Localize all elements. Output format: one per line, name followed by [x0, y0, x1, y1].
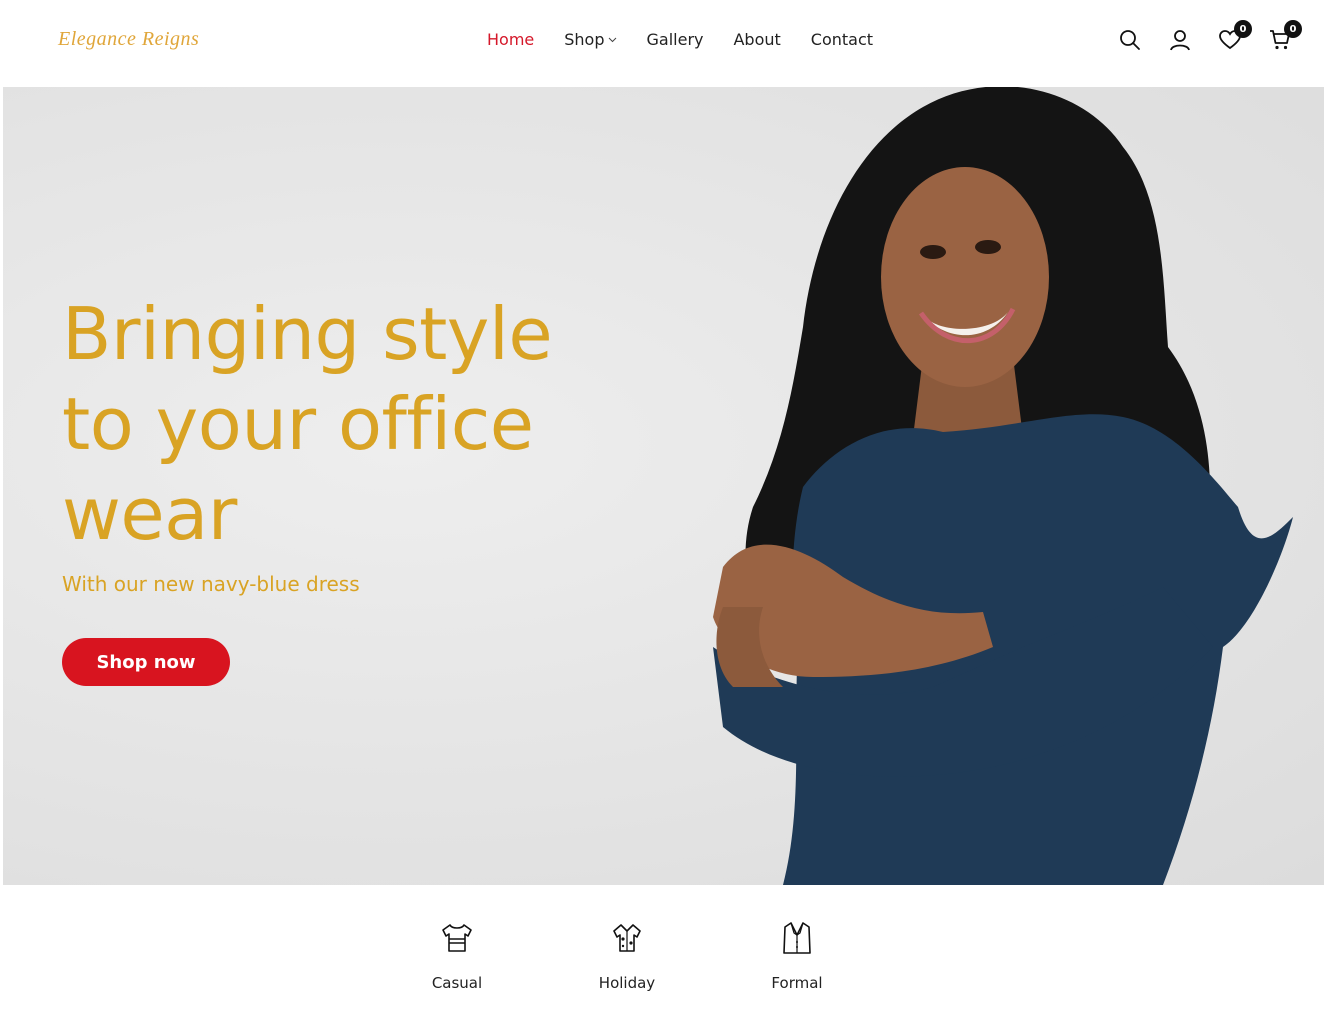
hero-subtitle: With our new navy-blue dress — [62, 572, 360, 596]
hero-model-image — [713, 87, 1293, 885]
category-holiday[interactable]: Holiday — [572, 918, 682, 992]
cart-button[interactable]: 0 — [1266, 20, 1302, 56]
category-label: Casual — [431, 974, 483, 992]
nav-item-label: Shop — [564, 30, 605, 49]
site-logo[interactable]: Elegance Reigns — [58, 28, 199, 51]
hero-banner: Bringing style to your office wear With … — [3, 87, 1324, 885]
nav-item-label: Home — [487, 30, 535, 49]
cart-count-badge: 0 — [1284, 20, 1302, 38]
nav-item-label: Gallery — [646, 30, 704, 49]
wishlist-button[interactable]: 0 — [1216, 20, 1252, 56]
category-label: Formal — [771, 974, 823, 992]
main-nav: Home Shop Gallery About Contact — [487, 30, 903, 49]
hawaiian-shirt-icon — [607, 918, 647, 958]
shop-now-button[interactable]: Shop now — [62, 638, 230, 686]
category-formal[interactable]: Formal — [742, 918, 852, 992]
search-button[interactable] — [1116, 28, 1144, 56]
nav-item-label: About — [733, 30, 781, 49]
wishlist-count-badge: 0 — [1234, 20, 1252, 38]
blazer-icon — [777, 918, 817, 958]
nav-item-home[interactable]: Home — [487, 30, 534, 49]
nav-item-contact[interactable]: Contact — [811, 30, 873, 49]
category-list: Casual Holiday Formal — [0, 918, 1324, 1008]
search-icon — [1119, 29, 1141, 56]
nav-item-shop[interactable]: Shop — [564, 30, 616, 49]
account-button[interactable] — [1166, 28, 1194, 56]
category-label: Holiday — [598, 974, 656, 992]
hero-title: Bringing style to your office wear — [62, 292, 553, 556]
user-icon — [1169, 29, 1191, 56]
nav-item-about[interactable]: About — [733, 30, 780, 49]
tshirt-icon — [437, 918, 477, 958]
site-header: Elegance Reigns Home Shop Gallery About … — [0, 0, 1324, 86]
header-actions: 0 0 — [1094, 20, 1302, 56]
nav-item-label: Contact — [810, 30, 874, 49]
nav-item-gallery[interactable]: Gallery — [647, 30, 704, 49]
chevron-down-icon — [608, 37, 617, 43]
category-casual[interactable]: Casual — [402, 918, 512, 992]
